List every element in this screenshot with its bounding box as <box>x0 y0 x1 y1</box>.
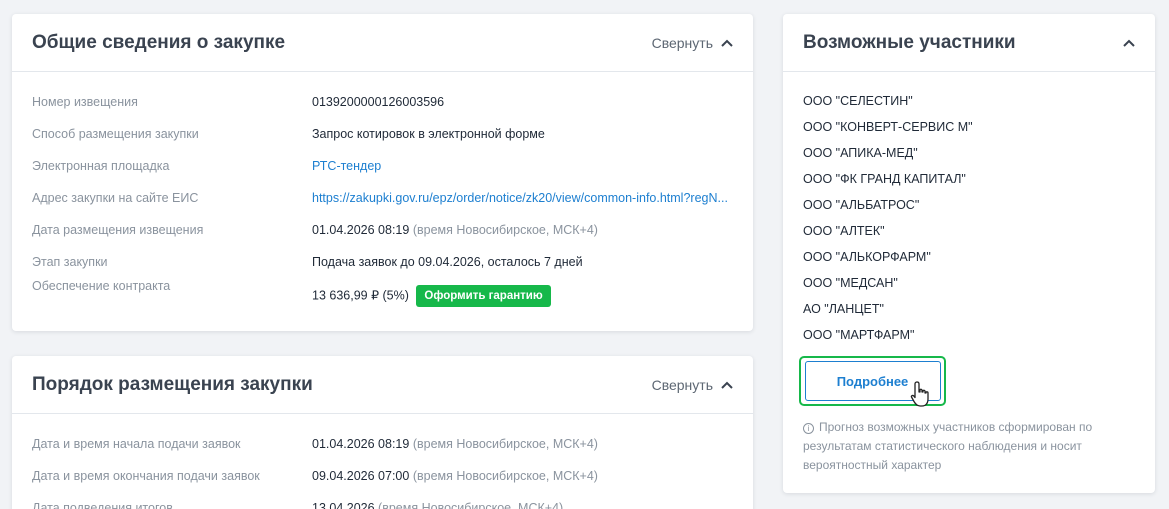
participant-item: ООО "КОНВЕРТ-СЕРВИС М" <box>803 120 973 134</box>
participant-item: АО "ЛАНЦЕТ" <box>803 302 884 316</box>
row-end-date: Дата и время окончания подачи заявок 09.… <box>32 460 733 492</box>
row-label: Дата и время окончания подачи заявок <box>32 469 260 483</box>
participants-header: Возможные участники <box>783 14 1155 72</box>
forecast-note: i Прогноз возможных участников сформирова… <box>803 418 1135 475</box>
row-label: Этап закупки <box>32 255 108 269</box>
timezone-note: (время Новосибирское, МСК+4) <box>412 469 598 483</box>
row-value: 13 636,99 ₽ (5%) <box>312 288 409 303</box>
participants-title: Возможные участники <box>803 31 1016 53</box>
row-eis-address: Адрес закупки на сайте ЕИС https://zakup… <box>32 182 733 214</box>
row-value: 09.04.2026 07:00 <box>312 469 410 483</box>
chevron-up-icon <box>721 37 733 49</box>
row-label: Дата подведения итогов <box>32 501 173 509</box>
row-publish-date: Дата размещения извещения 01.04.2026 08:… <box>32 214 733 246</box>
row-label: Дата и время начала подачи заявок <box>32 437 241 451</box>
participant-item: ООО "АЛЬБАТРОС" <box>803 198 920 212</box>
participant-item: ООО "АЛТЕК" <box>803 224 885 238</box>
procedure-title: Порядок размещения закупки <box>32 373 313 395</box>
participant-item: ООО "АЛЬКОРФАРМ" <box>803 250 931 264</box>
row-label: Электронная площадка <box>32 159 170 173</box>
hand-pointer-icon <box>910 381 929 407</box>
row-value: 0139200000126003596 <box>312 95 445 109</box>
more-button-highlight: Подробнее <box>799 356 946 407</box>
row-security: Обеспечение контракта 13 636,99 ₽ (5%) О… <box>32 278 733 318</box>
row-value: 01.04.2026 08:19 <box>312 437 410 451</box>
row-label: Способ размещения закупки <box>32 127 199 141</box>
row-value: Подача заявок до 09.04.2026, осталось 7 … <box>312 255 583 269</box>
participant-item: ООО "МЕДСАН" <box>803 276 898 290</box>
row-notice-number: Номер извещения 0139200000126003596 <box>32 86 733 118</box>
forecast-note-text: Прогноз возможных участников сформирован… <box>803 420 1093 472</box>
procedure-header: Порядок размещения закупки Свернуть <box>12 356 753 414</box>
platform-link[interactable]: РТС-тендер <box>312 159 381 173</box>
timezone-note: (время Новосибирское, МСК+4) <box>412 437 598 451</box>
row-method: Способ размещения закупки Запрос котиров… <box>32 118 733 150</box>
row-platform: Электронная площадка РТС-тендер <box>32 150 733 182</box>
eis-link[interactable]: https://zakupki.gov.ru/epz/order/notice/… <box>312 191 728 205</box>
general-info-card: Общие сведения о закупке Свернуть Номер … <box>12 14 753 331</box>
chevron-up-icon <box>1123 37 1135 49</box>
general-info-title: Общие сведения о закупке <box>32 31 286 53</box>
timezone-note: (время Новосибирское, МСК+4) <box>378 501 564 509</box>
row-label: Номер извещения <box>32 95 138 109</box>
participant-item: ООО "СЕЛЕСТИН" <box>803 94 913 108</box>
row-value: 01.04.2026 08:19 <box>312 223 410 237</box>
general-info-header: Общие сведения о закупке Свернуть <box>12 14 753 72</box>
procedure-collapse-button[interactable]: Свернуть <box>652 377 733 393</box>
procedure-card: Порядок размещения закупки Свернуть Дата… <box>12 356 753 509</box>
row-results-date: Дата подведения итогов 13.04.2026 (время… <box>32 492 733 509</box>
row-stage: Этап закупки Подача заявок до 09.04.2026… <box>32 246 733 278</box>
participants-list: ООО "СЕЛЕСТИН" ООО "КОНВЕРТ-СЕРВИС М" ОО… <box>803 88 1135 348</box>
participant-item: ООО "МАРТФАРМ" <box>803 328 915 342</box>
timezone-note: (время Новосибирское, МСК+4) <box>412 223 598 237</box>
participant-item: ООО "АПИКА-МЕД" <box>803 146 918 160</box>
row-value: Запрос котировок в электронной форме <box>312 127 545 141</box>
participants-collapse-button[interactable] <box>1123 37 1135 49</box>
row-label: Адрес закупки на сайте ЕИС <box>32 191 199 205</box>
collapse-label: Свернуть <box>651 376 713 393</box>
chevron-up-icon <box>721 379 733 391</box>
info-icon: i <box>803 423 814 434</box>
row-value: 13.04.2026 <box>312 501 375 509</box>
row-label: Обеспечение контракта <box>32 279 171 293</box>
general-collapse-button[interactable]: Свернуть <box>652 35 733 51</box>
row-start-date: Дата и время начала подачи заявок 01.04.… <box>32 428 733 460</box>
participants-card: Возможные участники ООО "СЕЛЕСТИН" ООО "… <box>783 14 1155 493</box>
guarantee-button[interactable]: Оформить гарантию <box>416 285 551 307</box>
row-label: Дата размещения извещения <box>32 223 204 237</box>
collapse-label: Свернуть <box>651 34 713 51</box>
participant-item: ООО "ФК ГРАНД КАПИТАЛ" <box>803 172 966 186</box>
